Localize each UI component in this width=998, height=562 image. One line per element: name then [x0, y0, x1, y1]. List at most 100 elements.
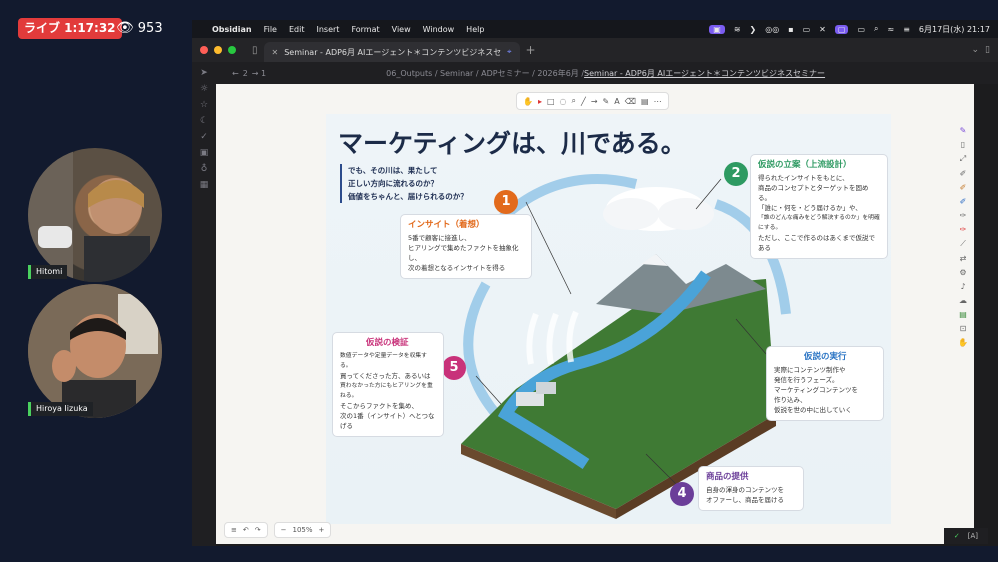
brush-icon[interactable]: ✐	[960, 197, 967, 206]
menu-view[interactable]: View	[392, 25, 411, 34]
undo-icon[interactable]: ↶	[243, 526, 249, 534]
brush-icon[interactable]: ✐	[960, 169, 967, 178]
menu-window[interactable]: Window	[423, 25, 455, 34]
step-line: ただし、ここで作るのはあくまで仮説である	[758, 234, 875, 252]
mac-menubar: Obsidian File Edit Insert Format View Wi…	[192, 20, 998, 38]
bulb-icon[interactable]: ♁	[201, 164, 208, 174]
cloud-icon[interactable]: ☁	[959, 296, 967, 305]
status-app-icon[interactable]: ❯	[750, 25, 757, 34]
calendar-icon[interactable]: ▦	[200, 180, 209, 190]
right-toolbar: ✎ ▯ ⤢ ✐ ✐ ✐ ✑ ✑ ⟋ ⇄ ⚙ ♪ ☁ ▤ ⊡ ✋	[952, 126, 974, 347]
new-tab-button[interactable]: +	[526, 43, 536, 57]
minimize-window-button[interactable]	[214, 46, 222, 54]
menu-edit[interactable]: Edit	[289, 25, 305, 34]
status-app-icon[interactable]: ✕	[819, 25, 826, 34]
step-line: 次の1番（インサイト）へとつなげる	[340, 412, 435, 430]
star-icon[interactable]: ☆	[200, 100, 208, 110]
line-tool-icon[interactable]: ╱	[581, 97, 586, 106]
battery-icon[interactable]: ▭	[857, 25, 865, 34]
breadcrumb-current[interactable]: Seminar - ADP6月 AIエージェント＊コンテンツビジネスセミナー	[584, 68, 825, 79]
lasso-tool-icon[interactable]: ◌	[560, 97, 567, 106]
text-tool-icon[interactable]: A	[614, 97, 619, 106]
hand-icon[interactable]: ✋	[958, 338, 968, 347]
menu-icon[interactable]: ≡	[231, 526, 237, 534]
breadcrumb-path[interactable]: 06_Outputs / Seminar / ADPセミナー / 2026年6月…	[386, 68, 584, 79]
pen-color-icon[interactable]: ✎	[960, 126, 967, 135]
left-ribbon: ➤ ☼ ☆ ☾ ✓ ▣ ♁ ▦	[192, 62, 216, 546]
expand-icon[interactable]: ⤢	[960, 154, 966, 164]
close-window-button[interactable]	[200, 46, 208, 54]
status-app-icon[interactable]: ▣	[709, 24, 725, 34]
zoom-out-button[interactable]: −	[281, 526, 287, 534]
canvas-toolbar: ✋ ▸ □ ◌ ⌕ ╱ → ✎ A ⌫ ▤ ⋯	[516, 92, 669, 110]
menu-file[interactable]: File	[264, 25, 277, 34]
chevron-down-icon[interactable]: ⌄	[972, 45, 980, 55]
check-icon[interactable]: ✓	[200, 132, 208, 142]
sync-check-icon[interactable]: ✓	[954, 532, 960, 540]
step-line: 買わなかった方にもヒアリングを重ねる。	[340, 383, 433, 399]
bookmark-icon[interactable]: ⌖	[507, 47, 512, 57]
bell-icon[interactable]: ♪	[960, 282, 965, 291]
tab-active[interactable]: ✕ Seminar - ADP6月 AIエージェント＊コンテンツビジネスセミナー…	[263, 42, 520, 62]
step-title: 仮説の立案（上流設計）	[758, 160, 852, 170]
status-text: [A]	[967, 532, 978, 540]
canvas-view[interactable]: ✋ ▸ □ ◌ ⌕ ╱ → ✎ A ⌫ ▤ ⋯ ✎ ▯ ⤢ ✐ ✐ ✐ ✑ ✑ …	[216, 84, 974, 544]
zoom-window-button[interactable]	[228, 46, 236, 54]
send-icon[interactable]: ➤	[200, 68, 208, 78]
brush-icon[interactable]: ✐	[960, 183, 967, 192]
sun-icon[interactable]: ☼	[200, 84, 208, 94]
zoom-in-button[interactable]: +	[319, 526, 325, 534]
status-app-icon[interactable]: ≋	[734, 25, 741, 34]
redo-icon[interactable]: ↷	[255, 526, 261, 534]
moon-icon[interactable]: ☾	[200, 116, 208, 126]
status-app-icon[interactable]: ▢	[834, 24, 849, 34]
step-line: 自身の渾身のコンテンツを	[706, 486, 784, 494]
menu-insert[interactable]: Insert	[316, 25, 339, 34]
lock-icon[interactable]: ⊡	[960, 324, 967, 333]
app-menu[interactable]: Obsidian	[212, 25, 252, 34]
zoom-level[interactable]: 105%	[293, 526, 313, 534]
step-line: 「誰のどんな痛みをどう解決するのか」を明確にする。	[758, 215, 880, 231]
ruler-icon[interactable]: ⟋	[960, 239, 966, 249]
viewer-count: 👁 953	[116, 18, 163, 39]
select-tool-icon[interactable]: ▸	[538, 97, 542, 106]
arrow-tool-icon[interactable]: →	[591, 97, 598, 106]
sidebar-toggle-icon[interactable]: ▯	[252, 45, 258, 56]
tab-title: Seminar - ADP6月 AIエージェント＊コンテンツビジネスセミナー	[284, 47, 501, 57]
settings-icon[interactable]: ⚙	[959, 268, 966, 277]
more-tool-icon[interactable]: ⋯	[654, 97, 662, 106]
status-app-icon[interactable]: ▭	[803, 25, 811, 34]
status-app-icon[interactable]: ▪	[788, 25, 793, 34]
marker-icon[interactable]: ✑	[960, 225, 967, 234]
page-icon[interactable]: ▤	[959, 310, 967, 319]
wifi-icon[interactable]: ≈	[887, 25, 894, 34]
forward-icon[interactable]: → 1	[252, 69, 266, 78]
control-center-icon[interactable]: ≡	[903, 25, 910, 34]
bot-icon[interactable]: ▣	[200, 148, 209, 158]
viewer-count-value: 953	[137, 21, 163, 36]
step-line: 商品のコンセプトとターゲットを固める。	[758, 184, 869, 202]
glasses-icon[interactable]: ◎◎	[765, 25, 779, 34]
swap-icon[interactable]: ⇄	[960, 254, 967, 263]
step-title: 仮説の実行	[804, 352, 847, 362]
clock[interactable]: 6月17日(水) 21:17	[919, 24, 990, 35]
canvas-controls: ≡ ↶ ↷ − 105% +	[224, 522, 332, 538]
image-tool-icon[interactable]: ▤	[641, 97, 649, 106]
zoom-tool-icon[interactable]: ⌕	[572, 96, 576, 106]
step-line: 買ってくださった方、あるいは	[340, 372, 431, 380]
search-icon[interactable]: ⌕	[874, 24, 878, 34]
layout-icon[interactable]: ▯	[985, 45, 990, 55]
marker-icon[interactable]: ✑	[960, 211, 967, 220]
menu-help[interactable]: Help	[466, 25, 484, 34]
rect-tool-icon[interactable]: □	[547, 97, 555, 106]
hand-tool-icon[interactable]: ✋	[523, 97, 533, 106]
eraser-tool-icon[interactable]: ⌫	[625, 97, 636, 106]
file-icon[interactable]: ▯	[961, 140, 965, 149]
pen-tool-icon[interactable]: ✎	[603, 97, 610, 106]
breadcrumb: ← 2 → 1 06_Outputs / Seminar / ADPセミナー /…	[216, 62, 998, 84]
step-box-insight: インサイト（着想） 5番で顧客に接進し、 ヒアリングで集めたファクトを抽象化し、…	[400, 214, 532, 279]
back-icon[interactable]: ←	[232, 69, 239, 78]
menu-format[interactable]: Format	[351, 25, 379, 34]
window-tab-bar: ▯ ✕ Seminar - ADP6月 AIエージェント＊コンテンツビジネスセミ…	[192, 38, 998, 62]
step-title: インサイト（着想）	[408, 220, 485, 230]
